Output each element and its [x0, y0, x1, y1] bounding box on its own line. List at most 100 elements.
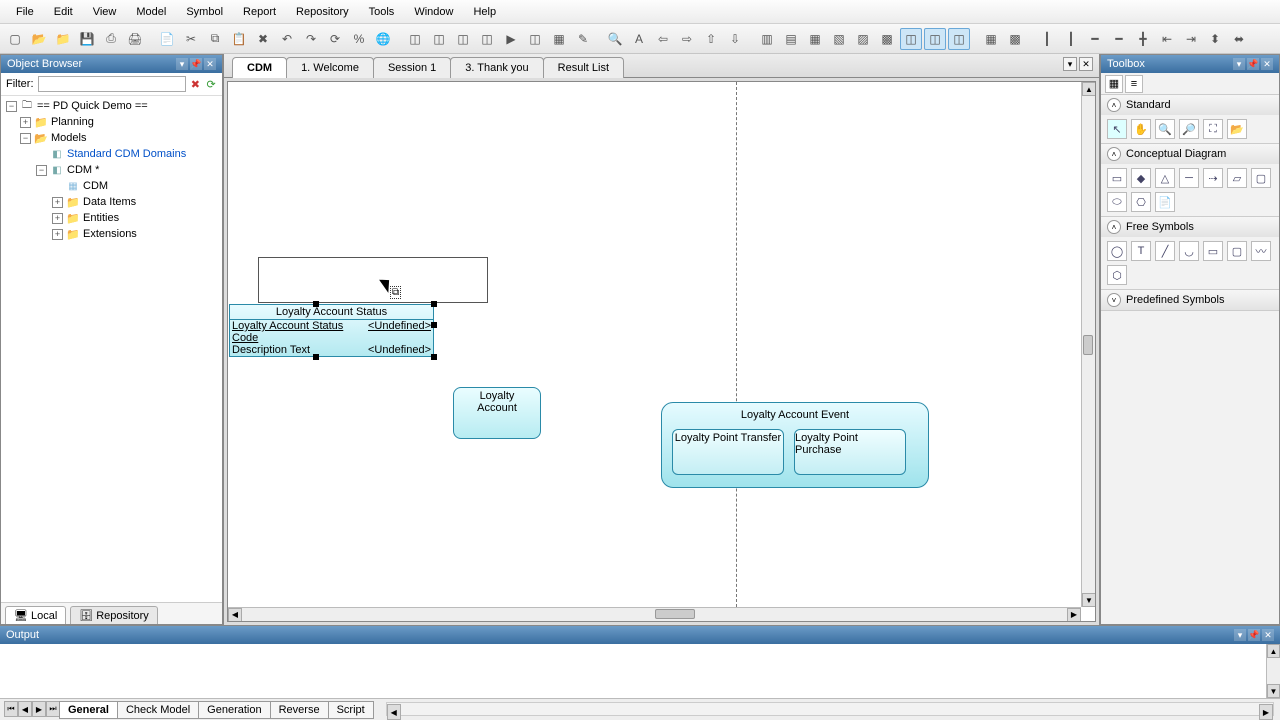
- toolbox-conceptual-header[interactable]: ˄ Conceptual Diagram: [1101, 144, 1279, 164]
- layout-icon-6[interactable]: ▩: [876, 28, 898, 50]
- polygon-tool-icon[interactable]: ⬡: [1107, 265, 1127, 285]
- hand-tool-icon[interactable]: ✋: [1131, 119, 1151, 139]
- layout-icon-3[interactable]: ▦: [804, 28, 826, 50]
- menu-repository[interactable]: Repository: [286, 3, 359, 21]
- entity-tool-icon[interactable]: ▭: [1107, 168, 1127, 188]
- entity-loyalty-point-purchase[interactable]: Loyalty Point Purchase: [794, 429, 906, 475]
- tab-menu-icon[interactable]: ▾: [1063, 57, 1077, 71]
- refresh-filter-icon[interactable]: ⟳: [205, 77, 217, 91]
- btab-checkmodel[interactable]: Check Model: [117, 701, 199, 719]
- open2-icon[interactable]: 📁: [52, 28, 74, 50]
- filter-input[interactable]: [38, 76, 186, 92]
- tb-icon-8[interactable]: ✎: [572, 28, 594, 50]
- inheritance-tool-icon[interactable]: △: [1155, 168, 1175, 188]
- hscroll-thumb[interactable]: [655, 609, 695, 619]
- menu-view[interactable]: View: [83, 3, 127, 21]
- scroll-right-icon[interactable]: ▶: [1067, 608, 1081, 622]
- scroll-up-icon[interactable]: ▲: [1082, 82, 1096, 96]
- tab-repository[interactable]: 🗄 Repository: [70, 606, 158, 624]
- btab-scroll-track[interactable]: ◀ ▶: [386, 702, 1274, 716]
- tool-icon[interactable]: ⎔: [1131, 192, 1151, 212]
- diagram-canvas[interactable]: Loyalty Account Status Loyalty Account S…: [228, 82, 1081, 607]
- btab-prev-icon[interactable]: ◀: [18, 701, 32, 717]
- tab-local[interactable]: 🖥 Local: [5, 606, 66, 624]
- toolbox-predefined-header[interactable]: ˅ Predefined Symbols: [1101, 290, 1279, 310]
- tb-icon-2[interactable]: ◫: [428, 28, 450, 50]
- clear-filter-icon[interactable]: ✖: [190, 77, 202, 91]
- percent-icon[interactable]: %: [348, 28, 370, 50]
- btab-last-icon[interactable]: ⏭: [46, 701, 60, 717]
- dropdown-icon[interactable]: ▾: [1233, 58, 1245, 70]
- tb-icon-5[interactable]: ▶: [500, 28, 522, 50]
- menu-window[interactable]: Window: [404, 3, 463, 21]
- tb-icon-4[interactable]: ◫: [476, 28, 498, 50]
- zoom-fit-icon[interactable]: ⛶: [1203, 119, 1223, 139]
- back-icon[interactable]: ⇦: [652, 28, 674, 50]
- layout-icon-4[interactable]: ▧: [828, 28, 850, 50]
- down-icon[interactable]: ⇩: [724, 28, 746, 50]
- tb-icon-1[interactable]: ◫: [404, 28, 426, 50]
- ellipse-tool-icon[interactable]: ◯: [1107, 241, 1127, 261]
- layout-icon-1[interactable]: ▥: [756, 28, 778, 50]
- btab-script[interactable]: Script: [328, 701, 374, 719]
- tree-domains[interactable]: Standard CDM Domains: [1, 146, 222, 162]
- align-icon-9[interactable]: ⬌: [1228, 28, 1250, 50]
- scroll-right-icon[interactable]: ▶: [1259, 704, 1273, 720]
- btab-generation[interactable]: Generation: [198, 701, 270, 719]
- output-vscroll[interactable]: ▲ ▼: [1266, 644, 1280, 698]
- tab-thankyou[interactable]: 3. Thank you: [450, 57, 543, 78]
- tree-data-items[interactable]: + Data Items: [1, 194, 222, 210]
- menu-file[interactable]: File: [6, 3, 44, 21]
- btab-general[interactable]: General: [59, 701, 118, 719]
- up-icon[interactable]: ⇧: [700, 28, 722, 50]
- tree-root[interactable]: −🗀 == PD Quick Demo ==: [1, 98, 222, 114]
- association-tool-icon[interactable]: ─: [1179, 168, 1199, 188]
- grid2-icon[interactable]: ▩: [1004, 28, 1026, 50]
- delete-icon[interactable]: ✖: [252, 28, 274, 50]
- tool-icon[interactable]: 📄: [1155, 192, 1175, 212]
- refresh-icon[interactable]: ⟳: [324, 28, 346, 50]
- find-icon[interactable]: 🔍: [604, 28, 626, 50]
- layout-icon-7[interactable]: ◫: [900, 28, 922, 50]
- globe-icon[interactable]: 🌐: [372, 28, 394, 50]
- close-icon[interactable]: ✕: [204, 58, 216, 70]
- undo-icon[interactable]: ↶: [276, 28, 298, 50]
- tab-welcome[interactable]: 1. Welcome: [286, 57, 374, 78]
- zoom-out-icon[interactable]: 🔎: [1179, 119, 1199, 139]
- tree-extensions[interactable]: + Extensions: [1, 226, 222, 242]
- tree-entities[interactable]: + Entities: [1, 210, 222, 226]
- paste-icon[interactable]: 📋: [228, 28, 250, 50]
- close-icon[interactable]: ✕: [1261, 58, 1273, 70]
- horizontal-scrollbar[interactable]: ◀ ▶: [228, 607, 1081, 621]
- selection-handle[interactable]: [313, 301, 319, 307]
- zoom-in-icon[interactable]: 🔍: [1155, 119, 1175, 139]
- tb-icon-7[interactable]: ▦: [548, 28, 570, 50]
- line-tool-icon[interactable]: ╱: [1155, 241, 1175, 261]
- toolbox-free-header[interactable]: ˄ Free Symbols: [1101, 217, 1279, 237]
- scroll-left-icon[interactable]: ◀: [387, 704, 401, 720]
- tree-models[interactable]: − Models: [1, 130, 222, 146]
- tb-icon-6[interactable]: ◫: [524, 28, 546, 50]
- align-icon-1[interactable]: ┃: [1036, 28, 1058, 50]
- menu-model[interactable]: Model: [126, 3, 176, 21]
- toolbox-view-icon-1[interactable]: ▦: [1105, 75, 1123, 93]
- open-icon[interactable]: 📂: [28, 28, 50, 50]
- btab-first-icon[interactable]: ⏮: [4, 701, 18, 717]
- new-icon[interactable]: ▢: [4, 28, 26, 50]
- selection-handle[interactable]: [431, 322, 437, 328]
- align-icon-4[interactable]: ━: [1108, 28, 1130, 50]
- align-icon-2[interactable]: ┃: [1060, 28, 1082, 50]
- scroll-down-icon[interactable]: ▼: [1267, 684, 1280, 698]
- entity-loyalty-account-status[interactable]: Loyalty Account Status Loyalty Account S…: [229, 304, 434, 357]
- tb-icon-3[interactable]: ◫: [452, 28, 474, 50]
- layout-icon-2[interactable]: ▤: [780, 28, 802, 50]
- vscroll-thumb[interactable]: [1083, 335, 1093, 355]
- selection-handle[interactable]: [313, 354, 319, 360]
- selection-handle[interactable]: [431, 301, 437, 307]
- vertical-scrollbar[interactable]: ▲ ▼: [1081, 82, 1095, 607]
- tab-cdm[interactable]: CDM: [232, 57, 287, 78]
- pin-icon[interactable]: 📌: [1248, 629, 1260, 641]
- pointer-tool-icon[interactable]: ↖: [1107, 119, 1127, 139]
- selection-handle[interactable]: [431, 354, 437, 360]
- tab-close-icon[interactable]: ✕: [1079, 57, 1093, 71]
